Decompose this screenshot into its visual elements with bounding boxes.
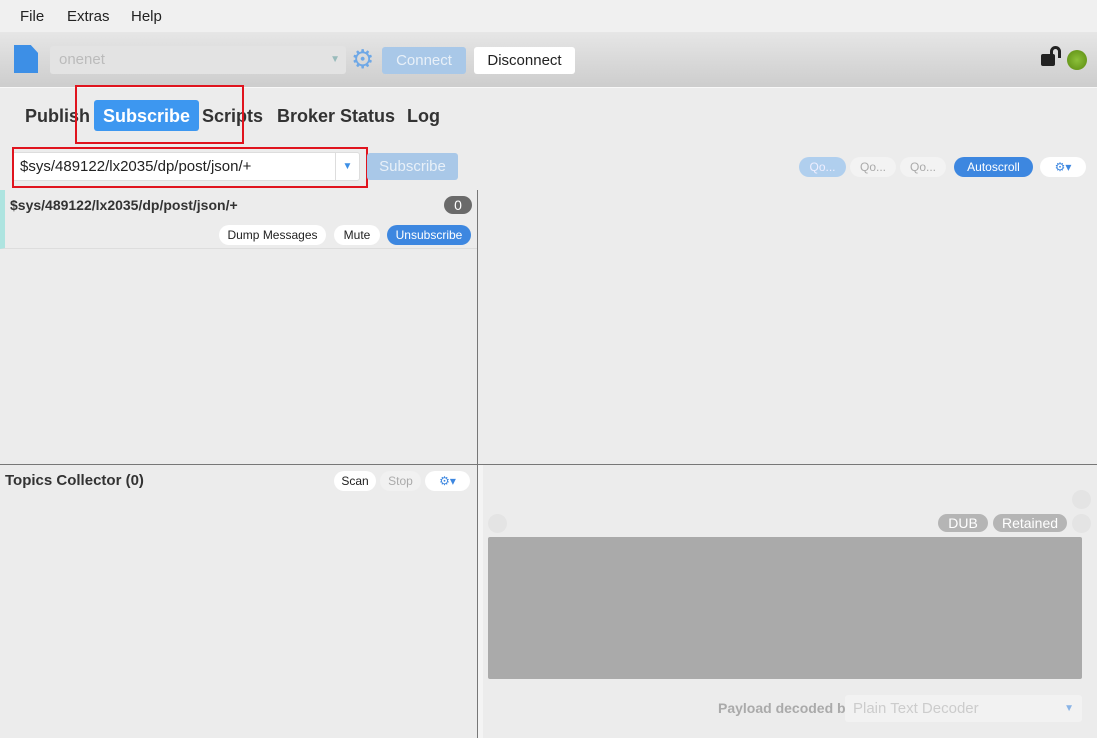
menu-help[interactable]: Help xyxy=(131,8,162,25)
retained-badge: Retained xyxy=(993,514,1067,532)
settings-dropdown-icon[interactable]: ⚙▾ xyxy=(1040,157,1086,177)
gear-icon[interactable]: ⚙ xyxy=(351,44,374,74)
chevron-down-icon: ▼ xyxy=(1064,703,1074,714)
profile-value: onenet xyxy=(59,51,105,68)
disconnect-button[interactable]: Disconnect xyxy=(474,47,575,74)
highlight-box-topic xyxy=(12,147,368,188)
status-dot xyxy=(1072,490,1091,509)
qos2-button[interactable]: Qo... xyxy=(900,157,946,177)
tab-log[interactable]: Log xyxy=(398,100,449,132)
lock-shackle xyxy=(1050,46,1061,58)
subscription-item[interactable]: $sys/489122/lx2035/dp/post/json/+ 0 Dump… xyxy=(0,190,477,249)
menu-bar: File Extras Help xyxy=(0,0,1097,32)
menu-extras[interactable]: Extras xyxy=(67,8,110,25)
subscribe-button[interactable]: Subscribe xyxy=(367,153,458,180)
horizontal-divider[interactable] xyxy=(0,464,1097,465)
tab-broker-status[interactable]: Broker Status xyxy=(268,100,404,132)
topics-collector-title: Topics Collector (0) xyxy=(5,472,144,489)
mute-button[interactable]: Mute xyxy=(334,225,380,245)
unsubscribe-button[interactable]: Unsubscribe xyxy=(387,225,471,245)
file-icon[interactable] xyxy=(14,45,38,73)
stop-button[interactable]: Stop xyxy=(380,471,421,491)
status-dot xyxy=(488,514,507,533)
right-divider-shade xyxy=(478,465,483,738)
toolbar: onenet ▼ ⚙ Connect Disconnect xyxy=(0,32,1097,88)
collector-settings-icon[interactable]: ⚙▾ xyxy=(425,471,470,491)
chevron-down-icon: ▼ xyxy=(330,54,340,65)
decoder-value: Plain Text Decoder xyxy=(853,700,979,717)
highlight-box-tab xyxy=(75,85,244,144)
payload-decoded-label: Payload decoded by xyxy=(718,700,854,716)
dub-badge: DUB xyxy=(938,514,988,532)
qos1-button[interactable]: Qo... xyxy=(850,157,896,177)
menu-file[interactable]: File xyxy=(20,8,44,25)
decoder-select[interactable]: Plain Text Decoder ▼ xyxy=(845,695,1082,722)
message-count-badge: 0 xyxy=(444,196,472,214)
dump-messages-button[interactable]: Dump Messages xyxy=(219,225,326,245)
payload-area[interactable] xyxy=(488,537,1082,679)
connect-button[interactable]: Connect xyxy=(382,47,466,74)
status-dot xyxy=(1072,514,1091,533)
subscription-topic: $sys/489122/lx2035/dp/post/json/+ xyxy=(10,197,238,213)
qos0-button[interactable]: Qo... xyxy=(799,157,846,177)
profile-select[interactable]: onenet ▼ xyxy=(50,46,346,74)
connection-status-icon xyxy=(1067,50,1087,70)
autoscroll-button[interactable]: Autoscroll xyxy=(954,157,1033,177)
scan-button[interactable]: Scan xyxy=(334,471,376,491)
